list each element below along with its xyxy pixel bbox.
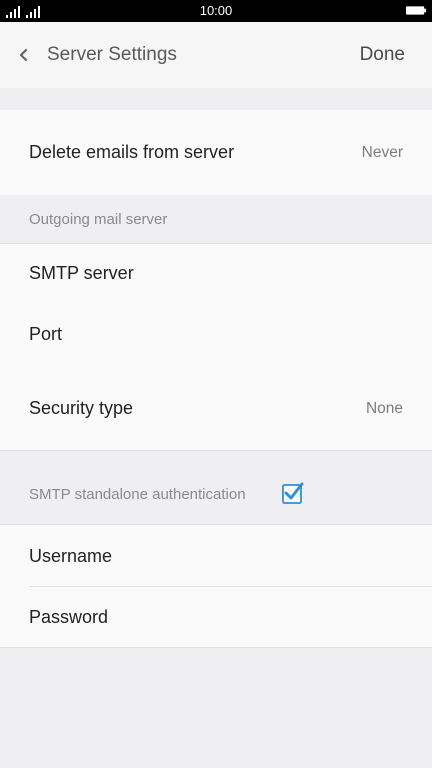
delete-emails-section: Delete emails from server Never: [0, 110, 432, 195]
back-chevron-icon[interactable]: [16, 46, 30, 64]
delete-emails-value: Never: [361, 144, 403, 161]
password-row[interactable]: Password: [0, 587, 432, 647]
delete-emails-label: Delete emails from server: [29, 142, 235, 162]
security-type-row[interactable]: Security type None: [0, 364, 432, 450]
username-row[interactable]: Username: [0, 525, 432, 586]
outgoing-group-header: Outgoing mail server: [0, 195, 432, 243]
page-title: Server Settings: [47, 44, 177, 65]
delete-emails-row[interactable]: Delete emails from server Never: [0, 110, 432, 195]
screen: 10:00 Server Settings Done Delete emails…: [0, 0, 432, 768]
smtp-server-row[interactable]: SMTP server: [0, 244, 432, 304]
smtp-server-label: SMTP server: [29, 263, 134, 283]
auth-group-header: SMTP standalone authentication: [0, 451, 432, 524]
outgoing-group-label: Outgoing mail server: [29, 211, 168, 228]
header: Server Settings Done: [0, 22, 432, 88]
port-label: Port: [29, 324, 63, 344]
port-row[interactable]: Port: [0, 304, 432, 364]
auth-checkbox[interactable]: [282, 482, 304, 504]
username-label: Username: [29, 546, 113, 566]
status-bar: 10:00: [0, 0, 432, 22]
done-button[interactable]: Done: [360, 44, 405, 66]
status-time: 10:00: [199, 3, 233, 18]
battery-icon: [406, 6, 426, 15]
auth-section: Username Password: [0, 525, 432, 647]
security-type-label: Security type: [29, 398, 134, 418]
outgoing-section: SMTP server Port Security type None: [0, 244, 432, 450]
divider: [0, 647, 432, 648]
password-label: Password: [29, 607, 109, 627]
auth-group-label: SMTP standalone authentication: [29, 486, 246, 503]
security-type-value: None: [365, 400, 403, 417]
